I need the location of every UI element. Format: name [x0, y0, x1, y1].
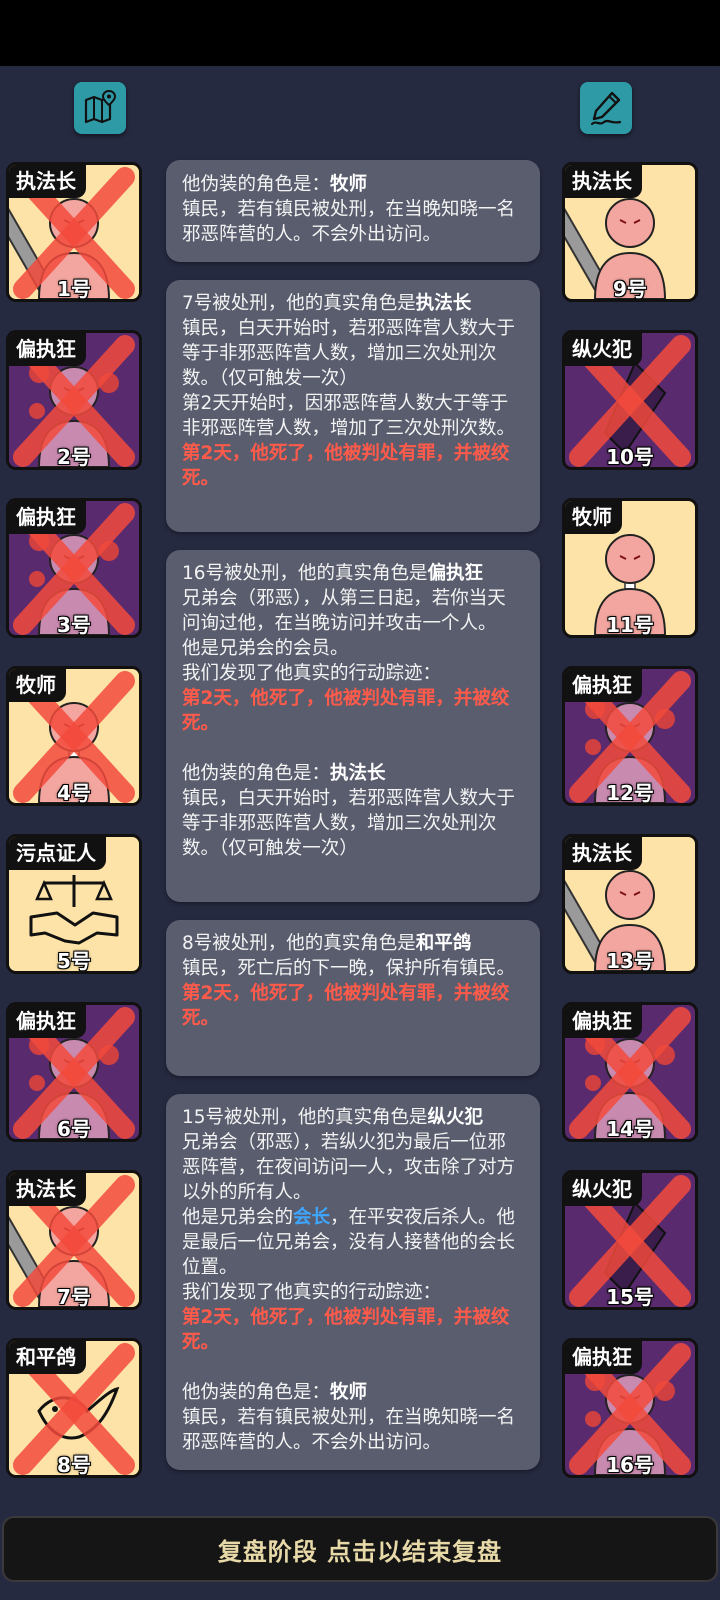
player-number: 2号	[57, 445, 91, 469]
log-text: 他是兄弟会的会员。	[182, 638, 349, 659]
log-text: 7号被处刑，他的真实角色是	[182, 293, 416, 314]
player-number: 13号	[606, 949, 654, 973]
leader-link[interactable]: 会长	[293, 1207, 330, 1228]
role-label: 纵火犯	[565, 333, 642, 366]
role-label: 执法长	[9, 1173, 86, 1206]
role-name: 执法长	[415, 293, 472, 314]
role-name: 和平鸽	[415, 933, 472, 954]
player-number: 10号	[606, 445, 654, 469]
map-pin-icon	[84, 89, 117, 124]
player-card[interactable]: 纵火犯 10号	[562, 330, 698, 470]
player-number: 6号	[57, 1117, 91, 1141]
role-name: 牧师	[330, 1382, 368, 1403]
log-text: 兄弟会（邪恶），若纵火犯为最后一位邪恶阵营，在夜间访问一人，攻击除了对方以外的所…	[182, 1132, 516, 1203]
player-card[interactable]: 偏执狂 12号	[562, 666, 698, 806]
role-name: 牧师	[330, 174, 368, 195]
role-name: 执法长	[330, 763, 386, 784]
player-card[interactable]: 偏执狂 6号	[6, 1002, 142, 1142]
role-label: 污点证人	[9, 837, 106, 870]
player-number: 15号	[606, 1285, 654, 1309]
player-number: 1号	[57, 277, 91, 301]
notes-button[interactable]	[580, 82, 632, 134]
player-card[interactable]: 偏执狂 14号	[562, 1002, 698, 1142]
log-text: 他伪装的角色是：	[182, 1382, 331, 1403]
death-notice: 第2天，他死了，他被判处有罪，并被绞死。	[182, 688, 510, 734]
end-review-label: 复盘阶段 点击以结束复盘	[217, 1537, 503, 1566]
pen-note-icon	[590, 91, 622, 126]
log-text: 他伪装的角色是：	[182, 174, 331, 195]
player-number: 9号	[613, 277, 647, 301]
player-card[interactable]: 偏执狂 2号	[6, 330, 142, 470]
death-notice: 第2天，他死了，他被判处有罪，并被绞死。	[182, 983, 510, 1029]
player-card[interactable]: 和平鸽 8号	[6, 1338, 142, 1478]
player-number: 12号	[606, 781, 654, 805]
role-label: 执法长	[565, 165, 642, 198]
log-text: 16号被处刑，他的真实角色是	[182, 563, 428, 584]
log-text: 兄弟会（邪恶），从第三日起，若你当天问询过他，在当晚访问并攻击一个人。	[182, 588, 506, 634]
log-text: 他是兄弟会的	[182, 1207, 294, 1228]
log-text: 镇民，死亡后的下一晚，保护所有镇民。	[182, 958, 516, 979]
player-number: 16号	[606, 1453, 654, 1477]
player-card[interactable]: 偏执狂 3号	[6, 498, 142, 638]
role-label: 偏执狂	[565, 1005, 642, 1038]
log-text: 镇民，白天开始时，若邪恶阵营人数大于等于非邪恶阵营人数，增加三次处刑次数。（仅可…	[182, 788, 516, 859]
player-card[interactable]: 偏执狂 16号	[562, 1338, 698, 1478]
status-bar	[0, 0, 720, 66]
role-label: 偏执狂	[565, 669, 642, 702]
log-message: 7号被处刑，他的真实角色是执法长 镇民，白天开始时，若邪恶阵营人数大于等于非邪恶…	[166, 280, 540, 532]
log-message: 8号被处刑，他的真实角色是和平鸽 镇民，死亡后的下一晚，保护所有镇民。 第2天，…	[166, 920, 540, 1076]
role-label: 偏执狂	[565, 1341, 642, 1374]
log-text: 镇民，若有镇民被处刑，在当晚知晓一名邪恶阵营的人。不会外出访问。	[182, 199, 516, 245]
log-text: 我们发现了他真实的行动踪迹：	[182, 663, 442, 684]
role-label: 牧师	[565, 501, 622, 534]
player-number: 11号	[606, 613, 654, 637]
log-message: 他伪装的角色是：牧师 镇民，若有镇民被处刑，在当晚知晓一名邪恶阵营的人。不会外出…	[166, 160, 540, 262]
role-label: 执法长	[9, 165, 86, 198]
role-label: 偏执狂	[9, 501, 86, 534]
player-number: 5号	[57, 949, 91, 973]
player-card[interactable]: 牧师 11号	[562, 498, 698, 638]
player-number: 3号	[57, 613, 91, 637]
player-number: 4号	[57, 781, 91, 805]
player-number: 14号	[606, 1117, 654, 1141]
log-text: 镇民，若有镇民被处刑，在当晚知晓一名邪恶阵营的人。不会外出访问。	[182, 1407, 516, 1453]
player-card[interactable]: 牧师 4号	[6, 666, 142, 806]
log-text: 他伪装的角色是：	[182, 763, 331, 784]
log-text: 15号被处刑，他的真实角色是	[182, 1107, 428, 1128]
player-card[interactable]: 执法长 7号	[6, 1170, 142, 1310]
log-message: 16号被处刑，他的真实角色是偏执狂 兄弟会（邪恶），从第三日起，若你当天问询过他…	[166, 550, 540, 902]
role-name: 纵火犯	[427, 1107, 484, 1128]
role-label: 偏执狂	[9, 1005, 86, 1038]
player-card[interactable]: 纵火犯 15号	[562, 1170, 698, 1310]
player-card[interactable]: 执法长 9号	[562, 162, 698, 302]
death-notice: 第2天，他死了，他被判处有罪，并被绞死。	[182, 443, 510, 489]
end-review-button[interactable]: 复盘阶段 点击以结束复盘	[2, 1516, 718, 1582]
log-text: 我们发现了他真实的行动踪迹：	[182, 1282, 442, 1303]
role-label: 执法长	[565, 837, 642, 870]
death-notice: 第2天，他死了，他被判处有罪，并被绞死。	[182, 1307, 510, 1353]
player-card[interactable]: 污点证人 5号	[6, 834, 142, 974]
player-card[interactable]: 执法长 1号	[6, 162, 142, 302]
player-number: 8号	[57, 1453, 91, 1477]
role-label: 偏执狂	[9, 333, 86, 366]
log-text: 8号被处刑，他的真实角色是	[182, 933, 416, 954]
player-number: 7号	[57, 1285, 91, 1309]
role-label: 和平鸽	[9, 1341, 86, 1374]
log-text: 镇民，白天开始时，若邪恶阵营人数大于等于非邪恶阵营人数，增加三次处刑次数。（仅可…	[182, 318, 516, 389]
player-card[interactable]: 执法长 13号	[562, 834, 698, 974]
role-name: 偏执狂	[427, 563, 484, 584]
role-label: 牧师	[9, 669, 66, 702]
role-label: 纵火犯	[565, 1173, 642, 1206]
map-button[interactable]	[74, 82, 126, 134]
log-text: 第2天开始时，因邪恶阵营人数大于等于非邪恶阵营人数，增加了三次处刑次数。	[182, 393, 516, 439]
log-message: 15号被处刑，他的真实角色是纵火犯 兄弟会（邪恶），若纵火犯为最后一位邪恶阵营，…	[166, 1094, 540, 1470]
